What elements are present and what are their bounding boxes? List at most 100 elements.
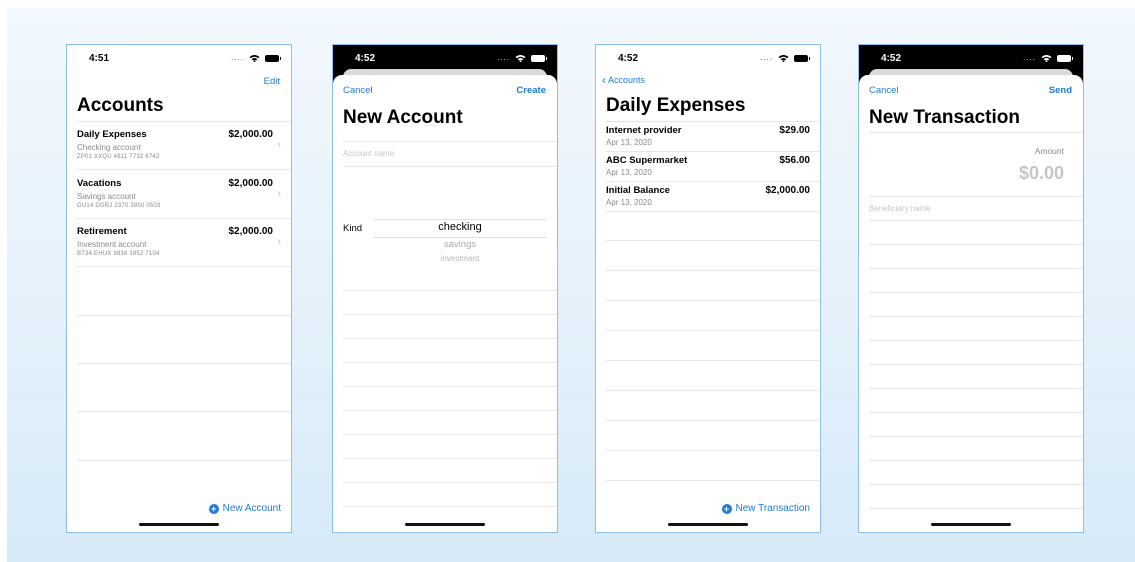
empty-row-divider	[869, 316, 1083, 317]
empty-row-divider	[869, 268, 1083, 269]
picker-line	[373, 219, 547, 220]
home-indicator	[139, 523, 219, 526]
empty-row-divider	[343, 458, 557, 459]
account-name: Daily Expenses	[77, 129, 147, 140]
status-time: 4:52	[881, 53, 902, 64]
beneficiary-name-input[interactable]: Beneficiary name	[869, 204, 931, 213]
empty-row-divider	[343, 290, 557, 291]
divider	[343, 141, 557, 142]
empty-row-divider	[869, 364, 1083, 365]
home-indicator	[668, 523, 748, 526]
account-name-input[interactable]: Account name	[343, 149, 394, 158]
empty-row-divider	[606, 270, 820, 271]
create-button[interactable]: Create	[516, 85, 546, 96]
transaction-date: Apr 13, 2020	[606, 168, 652, 177]
empty-row-divider	[606, 300, 820, 301]
status-time: 4:51	[89, 53, 110, 64]
divider	[869, 196, 1083, 197]
status-bar: 4:52 ....	[859, 45, 1083, 72]
signal-icon: ....	[760, 53, 773, 62]
divider	[77, 169, 291, 170]
phone-screen-daily-expenses: 4:52 .... ‹ Accounts Daily Expenses Inte…	[595, 44, 821, 533]
cancel-button[interactable]: Cancel	[343, 85, 373, 96]
account-kind: Checking account	[77, 143, 141, 152]
divider	[869, 220, 1083, 221]
home-indicator	[405, 523, 485, 526]
status-indicators: ....	[497, 54, 547, 62]
account-name: Vacations	[77, 178, 122, 189]
status-time: 4:52	[355, 53, 376, 64]
wifi-icon	[1041, 55, 1052, 62]
status-bar: 4:52 ....	[333, 45, 557, 72]
transaction-name: Initial Balance	[606, 185, 670, 196]
status-indicators: ....	[231, 54, 281, 62]
send-button[interactable]: Send	[1049, 85, 1072, 96]
battery-icon	[265, 54, 281, 62]
account-kind: Investment account	[77, 240, 147, 249]
amount-input[interactable]: $0.00	[1019, 163, 1064, 184]
empty-row-divider	[606, 390, 820, 391]
empty-row-divider	[869, 436, 1083, 437]
new-transaction-label: New Transaction	[735, 503, 810, 514]
empty-row-divider	[869, 292, 1083, 293]
empty-row-divider	[869, 388, 1083, 389]
status-time: 4:52	[618, 53, 639, 64]
transaction-date: Apr 13, 2020	[606, 198, 652, 207]
empty-row-divider	[77, 460, 291, 461]
battery-icon	[794, 54, 810, 62]
divider	[606, 121, 820, 122]
new-account-button[interactable]: + New Account	[208, 503, 281, 514]
status-bar: 4:51 ....	[67, 45, 291, 71]
account-name: Retirement	[77, 226, 127, 237]
transaction-amount: $2,000.00	[765, 185, 811, 196]
empty-row-divider	[343, 362, 557, 363]
account-iban: ZP01 XXQU 4811 7732 6742	[77, 154, 160, 160]
status-indicators: ....	[760, 53, 810, 62]
picker-option-savings[interactable]: savings	[373, 239, 547, 250]
signal-icon: ....	[1023, 53, 1036, 62]
empty-row-divider	[343, 410, 557, 411]
kind-label: Kind	[343, 223, 363, 234]
chevron-right-icon: ›	[277, 236, 281, 248]
kind-picker[interactable]: checking savings investment	[373, 207, 547, 269]
transaction-name: ABC Supermarket	[606, 155, 688, 166]
empty-row-divider	[869, 508, 1083, 509]
empty-row-divider	[343, 314, 557, 315]
empty-row-divider	[606, 330, 820, 331]
wifi-icon	[515, 55, 526, 62]
cancel-button[interactable]: Cancel	[869, 85, 899, 96]
empty-row-divider	[77, 315, 291, 316]
empty-row-divider	[343, 338, 557, 339]
page-title: Daily Expenses	[606, 95, 746, 116]
account-balance: $2,000.00	[228, 226, 274, 237]
empty-row-divider	[606, 480, 820, 481]
transaction-name: Internet provider	[606, 125, 682, 136]
empty-row-divider	[77, 363, 291, 364]
picker-option-investment[interactable]: investment	[373, 254, 547, 263]
chevron-right-icon: ›	[277, 188, 281, 200]
edit-button[interactable]: Edit	[264, 76, 280, 87]
back-button[interactable]: ‹ Accounts	[602, 73, 646, 87]
empty-row-divider	[606, 240, 820, 241]
home-indicator	[931, 523, 1011, 526]
wifi-icon	[249, 55, 260, 62]
empty-row-divider	[869, 460, 1083, 461]
chevron-right-icon: ›	[277, 139, 281, 151]
picker-option-checking[interactable]: checking	[373, 221, 547, 233]
battery-icon	[1057, 54, 1073, 62]
transaction-date: Apr 13, 2020	[606, 138, 652, 147]
empty-row-divider	[869, 484, 1083, 485]
empty-row-divider	[606, 420, 820, 421]
modal-sheet: Cancel Create New Account Account name K…	[333, 75, 557, 532]
page-title: Accounts	[77, 95, 164, 116]
empty-row-divider	[343, 434, 557, 435]
new-transaction-button[interactable]: + New Transaction	[721, 503, 810, 514]
divider	[77, 266, 291, 267]
status-indicators: ....	[1023, 53, 1073, 62]
status-bar: 4:52 ....	[596, 45, 820, 71]
empty-row-divider	[343, 386, 557, 387]
empty-row-divider	[869, 244, 1083, 245]
back-label: Accounts	[608, 75, 646, 85]
picker-line	[373, 237, 547, 238]
chevron-left-icon: ‹	[602, 73, 606, 87]
